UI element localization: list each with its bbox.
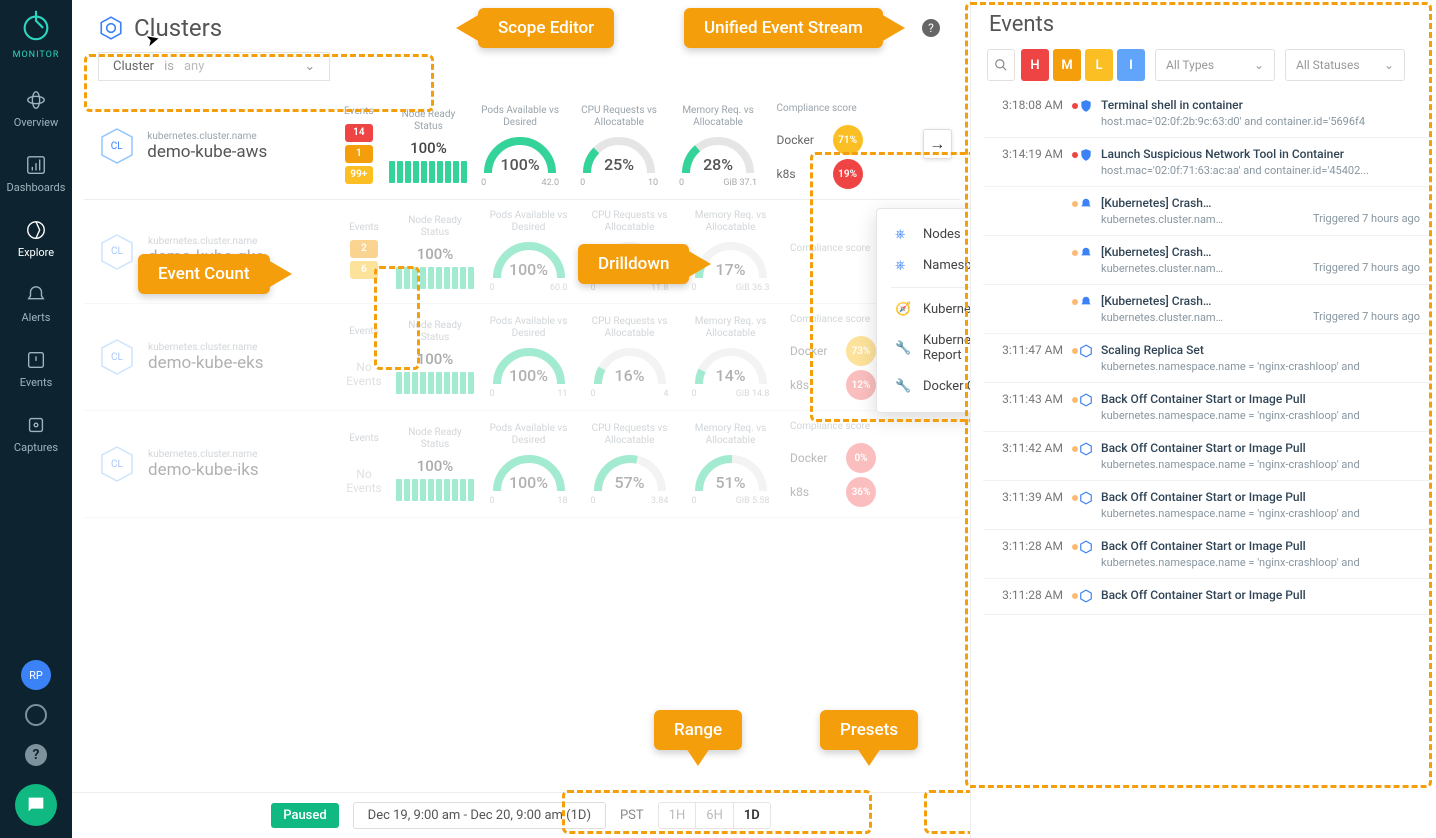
events-list: 3:18:08 AMTerminal shell in containerhos…	[983, 89, 1436, 838]
event-item[interactable]: 3:11:43 AMBack Off Container Start or Im…	[983, 383, 1430, 432]
severity-M[interactable]: M	[1053, 49, 1081, 81]
event-item[interactable]: 3:11:47 AMScaling Replica Setkubernetes.…	[983, 334, 1430, 383]
event-item[interactable]: 3:11:28 AMBack Off Container Start or Im…	[983, 530, 1430, 579]
nav-dashboards[interactable]: Dashboards	[7, 141, 66, 206]
severity-I[interactable]: I	[1117, 49, 1145, 81]
event-item[interactable]: [Kubernetes] Crash…kubernetes.cluster.na…	[983, 285, 1430, 334]
cluster-icon: CL	[100, 338, 134, 376]
scope-op: is	[164, 59, 174, 74]
chat-fab[interactable]	[15, 784, 57, 826]
page-help-icon[interactable]: ?	[922, 19, 940, 37]
severity-H[interactable]: H	[1021, 49, 1049, 81]
sidebar: MONITOR OverviewDashboardsExploreAlertsE…	[0, 0, 72, 838]
cluster-list: CLkubernetes.cluster.namedemo-kube-awsEv…	[72, 93, 970, 838]
pause-button[interactable]: Paused	[271, 803, 338, 828]
chevron-down-icon: ⌄	[304, 59, 315, 74]
events-title: Events	[983, 12, 1436, 37]
preset-6H[interactable]: 6H	[696, 803, 734, 828]
event-item[interactable]: 3:11:28 AMBack Off Container Start or Im…	[983, 579, 1430, 615]
event-item[interactable]: 3:11:39 AMBack Off Container Start or Im…	[983, 481, 1430, 530]
time-presets: 1H6H1D	[658, 802, 771, 829]
types-select[interactable]: All Types⌄	[1155, 49, 1275, 81]
statuses-select[interactable]: All Statuses⌄	[1285, 49, 1405, 81]
time-range[interactable]: Dec 19, 9:00 am - Dec 20, 9:00 am (1D)	[353, 802, 606, 829]
chevron-down-icon: ⌄	[1254, 58, 1264, 72]
nav-alerts[interactable]: Alerts	[7, 271, 66, 336]
drilldown-item[interactable]: 🔧Kubernetes Compliance Report	[877, 325, 970, 371]
scope-editor[interactable]: Cluster is any ⌄	[98, 52, 330, 81]
event-item[interactable]: [Kubernetes] Crash…kubernetes.cluster.na…	[983, 187, 1430, 236]
brand: MONITOR	[13, 50, 60, 60]
event-item[interactable]: 3:11:42 AMBack Off Container Start or Im…	[983, 432, 1430, 481]
chevron-down-icon: ⌄	[1384, 58, 1394, 72]
event-item[interactable]: [Kubernetes] Crash…kubernetes.cluster.na…	[983, 236, 1430, 285]
avatar[interactable]: RP	[21, 660, 51, 690]
timezone: PST	[620, 808, 644, 823]
cluster-row[interactable]: CLkubernetes.cluster.namedemo-kube-iksEv…	[84, 411, 960, 518]
cluster-row[interactable]: CLkubernetes.cluster.namedemo-kube-gkeEv…	[84, 200, 960, 304]
help-icon[interactable]: ?	[25, 744, 47, 766]
drilldown-button[interactable]: →	[923, 129, 952, 159]
nav-explore[interactable]: Explore	[7, 206, 66, 271]
cluster-icon: CL	[100, 445, 134, 483]
logo-icon	[19, 8, 53, 46]
search-icon[interactable]	[987, 49, 1015, 81]
cluster-icon: CL	[100, 233, 134, 271]
events-panel: Events HMLI All Types⌄ All Statuses⌄ 3:1…	[970, 0, 1436, 838]
scope-field: Cluster	[113, 59, 154, 74]
drilldown-item[interactable]: ⎈Nodes	[877, 219, 970, 250]
event-item[interactable]: 3:14:19 AMLaunch Suspicious Network Tool…	[983, 138, 1430, 187]
main: ➤ Clusters ? Cluster is any ⌄ CLkubernet…	[72, 0, 970, 838]
time-bar: Paused Dec 19, 9:00 am - Dec 20, 9:00 am…	[72, 792, 970, 838]
drilldown-menu: ⎈Nodes⎈Namespaces 🧭Kubernetes Cluster Ove…	[876, 208, 970, 413]
events-filter: HMLI All Types⌄ All Statuses⌄	[983, 49, 1436, 81]
drilldown-item[interactable]: ⎈Namespaces	[877, 250, 970, 281]
cluster-row[interactable]: CLkubernetes.cluster.namedemo-kube-eksEv…	[84, 304, 960, 411]
severity-L[interactable]: L	[1085, 49, 1113, 81]
event-item[interactable]: 3:18:08 AMTerminal shell in containerhos…	[983, 89, 1430, 138]
k8s-icon	[98, 15, 124, 41]
nav-events[interactable]: Events	[7, 336, 66, 401]
record-icon[interactable]	[25, 704, 47, 726]
preset-1H[interactable]: 1H	[659, 803, 697, 828]
cluster-icon: CL	[100, 127, 133, 165]
nav-overview[interactable]: Overview	[7, 76, 66, 141]
header: Clusters ?	[72, 0, 970, 52]
drilldown-item[interactable]: 🧭Kubernetes Cluster Overview	[877, 294, 970, 325]
nav-captures[interactable]: Captures	[7, 401, 66, 466]
preset-1D[interactable]: 1D	[734, 803, 770, 828]
cluster-row[interactable]: CLkubernetes.cluster.namedemo-kube-awsEv…	[84, 93, 960, 200]
drilldown-item[interactable]: 🔧Docker Compliance Report	[877, 371, 970, 402]
scope-value: any	[184, 59, 204, 74]
